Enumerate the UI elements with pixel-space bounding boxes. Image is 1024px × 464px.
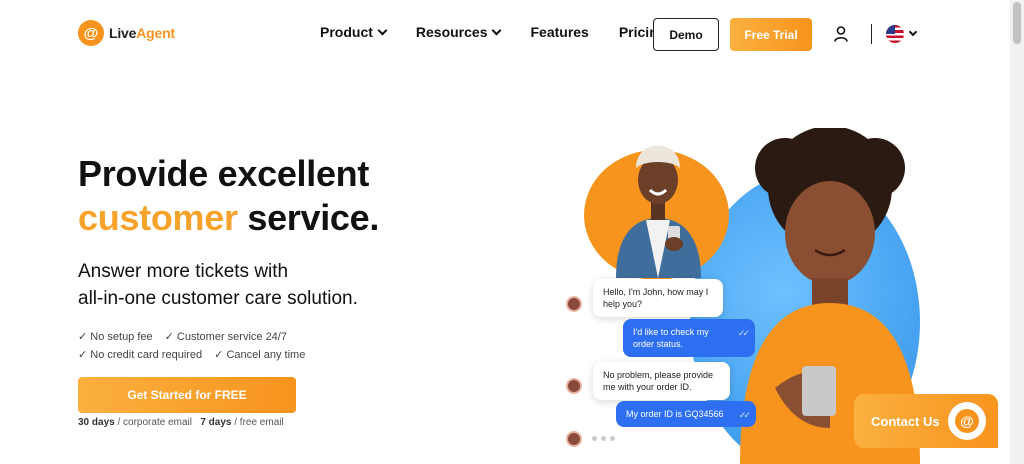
hero-subtitle: Answer more tickets with all-in-one cust… [78, 261, 358, 309]
header-divider [871, 24, 872, 44]
agent-avatar [566, 296, 582, 312]
read-check-icon: ✓✓ [738, 410, 751, 420]
hero-title: Provide excellent customer service. [78, 153, 380, 238]
logo-icon: @ [78, 20, 104, 46]
contact-us-widget[interactable]: Contact Us @ [854, 394, 998, 448]
chat-message-agent: No problem, please provide me with your … [593, 362, 730, 400]
feature-checklist: ✓ No setup fee ✓ Customer service 24/7 ✓ … [78, 328, 317, 364]
chevron-down-icon [377, 25, 388, 35]
chevron-down-icon[interactable] [908, 27, 918, 37]
check-item: ✓ Cancel any time [214, 349, 306, 361]
nav-item-resources[interactable]: Resources [416, 24, 502, 40]
page-scrollbar[interactable] [1010, 0, 1024, 464]
liveagent-logo[interactable]: @ LiveAgent [78, 20, 175, 46]
agent-illustration [616, 145, 701, 278]
get-started-button[interactable]: Get Started for FREE [78, 377, 296, 413]
us-flag-icon[interactable] [886, 25, 904, 43]
check-item: ✓ Customer service 24/7 [164, 331, 287, 343]
chat-message-agent: Hello, I'm John, how may I help you? [593, 279, 723, 317]
nav-item-features[interactable]: Features [530, 24, 588, 40]
demo-button[interactable]: Demo [653, 18, 719, 51]
read-check-icon: ✓✓ [737, 328, 750, 338]
contact-us-label: Contact Us [871, 413, 940, 429]
chat-message-customer: I'd like to check my order status. ✓✓ [623, 319, 755, 357]
scrollbar-thumb[interactable] [1013, 2, 1021, 44]
check-item: ✓ No setup fee [78, 331, 153, 343]
user-icon[interactable] [834, 26, 848, 42]
free-trial-button[interactable]: Free Trial [730, 18, 812, 51]
agent-avatar [566, 378, 582, 394]
site-header: @ LiveAgent Product Resources Features P… [0, 0, 1010, 68]
chevron-down-icon [492, 25, 502, 35]
main-nav: Product Resources Features Pricing [320, 24, 696, 40]
chat-bubble-icon: @ [948, 402, 986, 440]
typing-indicator [592, 436, 615, 441]
nav-item-product[interactable]: Product [320, 24, 388, 40]
logo-text: LiveAgent [109, 25, 175, 41]
agent-avatar [566, 431, 582, 447]
trial-note: 30 days / corporate email 7 days / free … [78, 417, 284, 428]
chat-message-customer: My order ID is GQ34566 ✓✓ [616, 401, 756, 427]
check-item: ✓ No credit card required [78, 349, 203, 361]
